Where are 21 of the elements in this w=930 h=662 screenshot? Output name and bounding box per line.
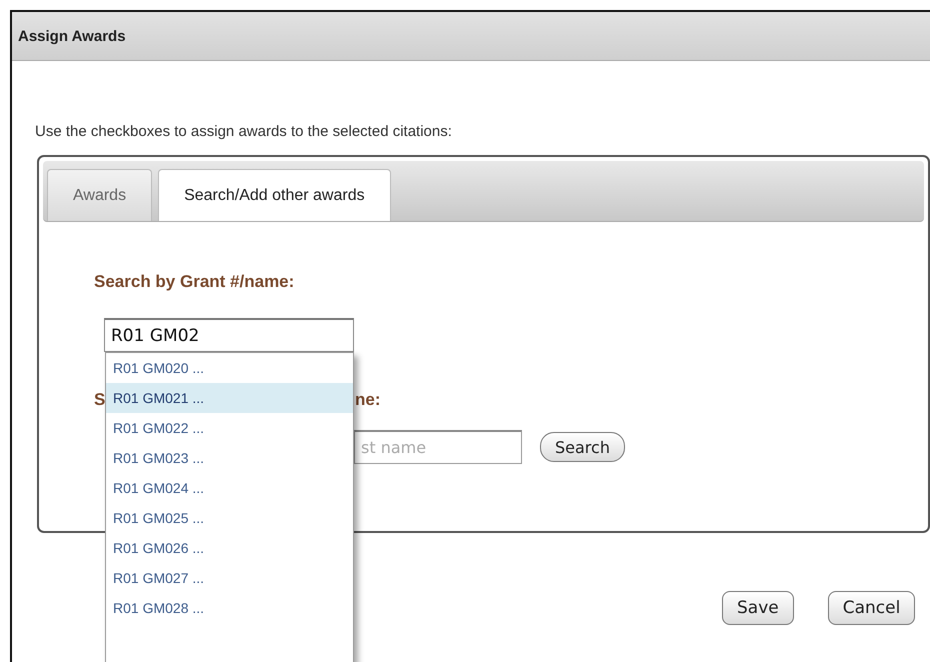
suggestion-item[interactable]: R01 GM024 ... <box>106 473 353 503</box>
tab[interactable]: Awards <box>47 169 152 221</box>
search-button[interactable]: Search <box>540 432 625 462</box>
name-search-field[interactable]: st name <box>354 430 522 464</box>
search-heading: Search by Grant #/name: <box>94 272 296 292</box>
save-button[interactable]: Save <box>722 591 794 625</box>
suggestion-item[interactable]: R01 GM026 ... <box>106 533 353 563</box>
instruction-text: Use the checkboxes to assign awards to the selected citations: <box>35 122 453 142</box>
suggestion-item[interactable]: R01 GM028 ... <box>106 593 353 623</box>
suggestion-item[interactable]: R01 GM025 ... <box>106 503 353 533</box>
suggestion-item[interactable]: R01 GM027 ... <box>106 563 353 593</box>
cancel-button[interactable]: Cancel <box>828 591 916 625</box>
grant-search-field[interactable]: R01 GM02 <box>104 318 354 352</box>
suggestion-item[interactable]: R01 GM022 ... <box>106 413 353 443</box>
suggestion-item[interactable]: R01 GM023 ... <box>106 443 353 473</box>
tab[interactable]: Search/Add other awards <box>158 169 391 221</box>
suggestion-item[interactable]: R01 GM020 ... <box>106 353 353 383</box>
dialog-title: Assign Awards <box>18 28 126 44</box>
suggestion-item[interactable]: R01 GM021 ... <box>106 383 353 413</box>
search-heading: S <box>94 390 106 410</box>
search-heading: ne: <box>355 390 380 410</box>
